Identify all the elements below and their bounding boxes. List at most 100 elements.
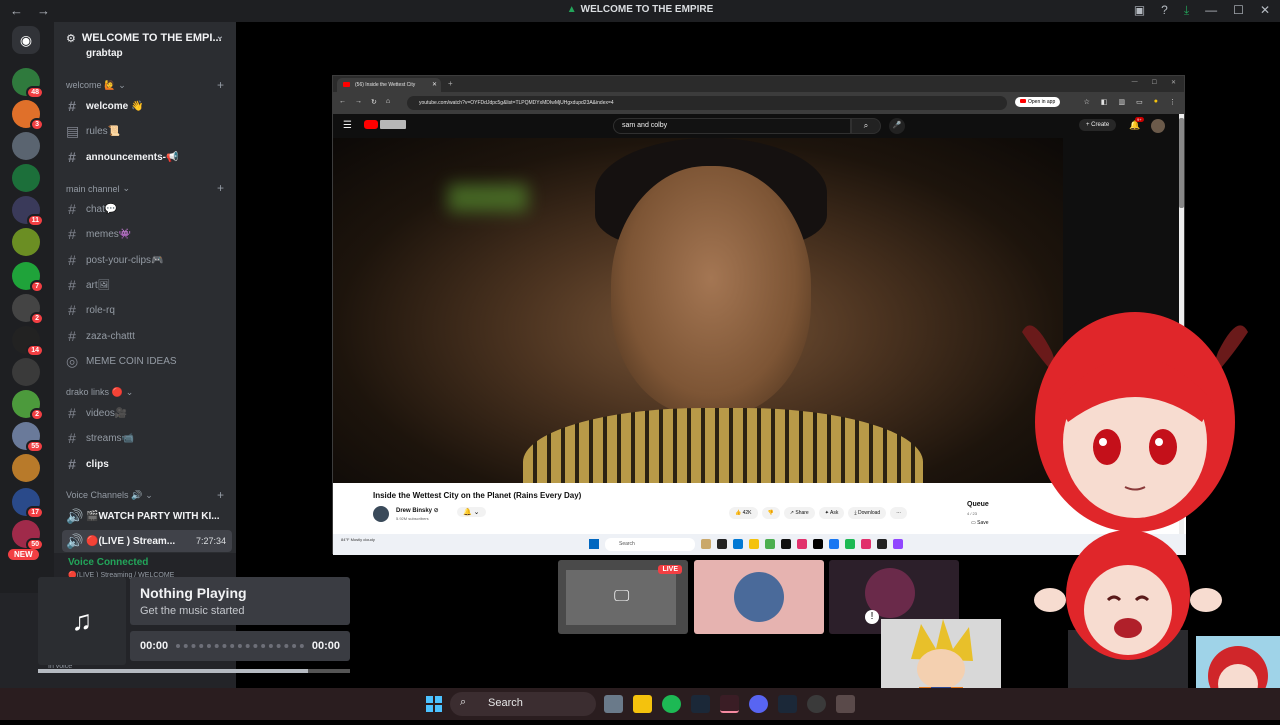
server-icon[interactable]: 48 [12, 68, 44, 99]
server-icon[interactable]: 14 [12, 326, 44, 357]
channel-welcome[interactable]: # welcome 👋 [62, 95, 232, 117]
channel-name[interactable]: Drew Binsky ⊘ [396, 507, 439, 514]
add-channel-button[interactable]: + [217, 78, 224, 92]
windows-start-button[interactable] [426, 696, 442, 712]
discord-home-button[interactable]: ◉ [12, 26, 40, 54]
add-channel-button[interactable]: + [217, 488, 224, 502]
server-icon[interactable]: 55 [12, 422, 44, 453]
channel-art[interactable]: # art🖼 [62, 274, 232, 296]
address-bar[interactable]: youtube.com/watch?v=OYFDdJdpc5g&list=TLP… [407, 96, 1007, 110]
new-tab-icon[interactable]: + [448, 79, 453, 88]
active-app-icon[interactable] [720, 695, 739, 713]
maximize-button[interactable]: ☐ [1233, 3, 1244, 18]
channel-chat[interactable]: # chat💬 [62, 198, 232, 220]
voice-channel-watch-party[interactable]: 🔊 🎬WATCH PARTY WITH KI... [62, 505, 232, 527]
stream-tile-screen[interactable]: 🖵 LIVE [558, 560, 688, 634]
weather-widget[interactable]: 84°F Mostly cloudy [341, 537, 375, 542]
reload-icon[interactable]: ↻ [371, 98, 377, 106]
ask-button[interactable]: ✦ Ask [818, 507, 845, 519]
forward-icon[interactable]: → [355, 98, 362, 106]
category-welcome[interactable]: welcome 🙋 ⌄ [66, 80, 126, 91]
partial-channel[interactable]: grabtap [86, 48, 123, 59]
hamburger-menu-icon[interactable]: ☰ [343, 120, 352, 131]
channel-role-rq[interactable]: # role-rq [62, 299, 232, 321]
help-icon[interactable]: ? [1161, 3, 1168, 18]
extension-icon[interactable]: ◧ [1101, 98, 1108, 106]
channel-streams[interactable]: # streams📹 [62, 427, 232, 449]
youtube-search-input[interactable]: sam and colby [613, 118, 851, 134]
bookmark-star-icon[interactable]: ☆ [1084, 98, 1090, 106]
category-voice-channels[interactable]: Voice Channels 🔊 ⌄ [66, 490, 153, 501]
x-icon[interactable] [813, 539, 823, 549]
app-icon[interactable] [861, 539, 871, 549]
channel-announcements[interactable]: # announcements-📢 [62, 146, 232, 168]
channel-clips[interactable]: # clips [62, 453, 232, 475]
browser-tab[interactable]: (56) Inside the Wettest City ✕ [337, 78, 441, 92]
download-icon[interactable]: ⤓ [1184, 3, 1189, 18]
open-in-app-button[interactable]: Open in app [1015, 97, 1061, 107]
taskbar-search[interactable]: ⌕ Search [450, 692, 596, 716]
create-button[interactable]: + Create [1079, 119, 1117, 131]
steam-icon[interactable] [778, 695, 797, 713]
facebook-icon[interactable] [829, 539, 839, 549]
category-main-channel[interactable]: main channel ⌄ [66, 183, 130, 194]
add-channel-button[interactable]: + [217, 181, 224, 195]
youtube-logo[interactable] [364, 120, 406, 129]
app-icon[interactable] [877, 539, 887, 549]
inbox-icon[interactable]: ▣ [1134, 3, 1145, 18]
steam-icon[interactable] [691, 695, 710, 713]
close-icon[interactable]: ✕ [1171, 79, 1176, 86]
save-button[interactable]: ▭ Save [971, 520, 989, 526]
close-tab-icon[interactable]: ✕ [432, 81, 437, 88]
search-icon[interactable]: ⌕ [851, 118, 881, 134]
home-icon[interactable]: ⌂ [386, 98, 390, 106]
instagram-icon[interactable] [797, 539, 807, 549]
windows-start-icon[interactable] [589, 539, 599, 549]
chrome-icon[interactable] [765, 539, 775, 549]
notifications-bell-icon[interactable]: 🔔 9+ [1129, 117, 1144, 131]
server-icon[interactable]: 11 [12, 196, 44, 227]
guild-header[interactable]: ⚙ WELCOME TO THE EMPI... ⌄ [54, 22, 236, 54]
progress-track[interactable] [176, 644, 304, 648]
channel-videos[interactable]: # videos🎥 [62, 402, 232, 424]
share-button[interactable]: ↗ Share [783, 507, 815, 519]
close-button[interactable]: ✕ [1260, 3, 1270, 18]
server-icon[interactable] [12, 358, 40, 386]
account-avatar[interactable] [1151, 119, 1165, 133]
task-view-icon[interactable] [604, 695, 623, 713]
back-icon[interactable]: ← [339, 98, 346, 106]
extension-yellow-icon[interactable]: ● [1154, 98, 1158, 106]
download-button[interactable]: ⤓ Download [848, 507, 887, 519]
menu-dots-icon[interactable]: ⋮ [1169, 98, 1176, 106]
channel-rules[interactable]: ▤ rules📜 [62, 120, 232, 142]
like-button[interactable]: 👍 42K [729, 507, 758, 519]
discord-icon[interactable] [749, 695, 768, 713]
chrome-icon[interactable] [807, 695, 826, 713]
channel-avatar[interactable] [373, 506, 389, 522]
microphone-icon[interactable]: 🎤 [889, 118, 905, 134]
server-icon[interactable]: 7 [12, 262, 44, 293]
inner-search-box[interactable]: Search [605, 538, 695, 551]
category-drako-links[interactable]: drako links 🔴 ⌄ [66, 387, 133, 398]
folder-icon[interactable] [749, 539, 759, 549]
server-icon[interactable]: 50 [12, 520, 44, 551]
maximize-icon[interactable]: ☐ [1152, 79, 1157, 86]
file-explorer-icon[interactable] [633, 695, 652, 713]
app-icon[interactable] [845, 539, 855, 549]
more-options-button[interactable]: ⋯ [890, 507, 908, 519]
sidebar-icon[interactable]: ▥ [1119, 98, 1126, 106]
dislike-button[interactable]: 👎 [761, 507, 780, 519]
subscribed-bell-button[interactable]: 🔔 ⌄ [457, 507, 486, 517]
amazon-icon[interactable] [781, 539, 791, 549]
voice-channel-live-stream[interactable]: 🔊 🔴(LIVE ) Stream... 7:27:34 [62, 530, 232, 552]
channel-zaza-chattt[interactable]: # zaza-chattt [62, 325, 232, 347]
app-icon[interactable] [893, 539, 903, 549]
server-icon[interactable] [12, 164, 40, 192]
stream-tile-user[interactable] [694, 560, 824, 634]
minimize-button[interactable]: — [1205, 3, 1217, 18]
minimize-icon[interactable]: — [1132, 79, 1138, 86]
app-icon[interactable] [733, 539, 743, 549]
channel-memes[interactable]: # memes👾 [62, 223, 232, 245]
channel-post-your-clips[interactable]: # post-your-clips🎮 [62, 249, 232, 271]
video-player[interactable] [333, 138, 1063, 483]
